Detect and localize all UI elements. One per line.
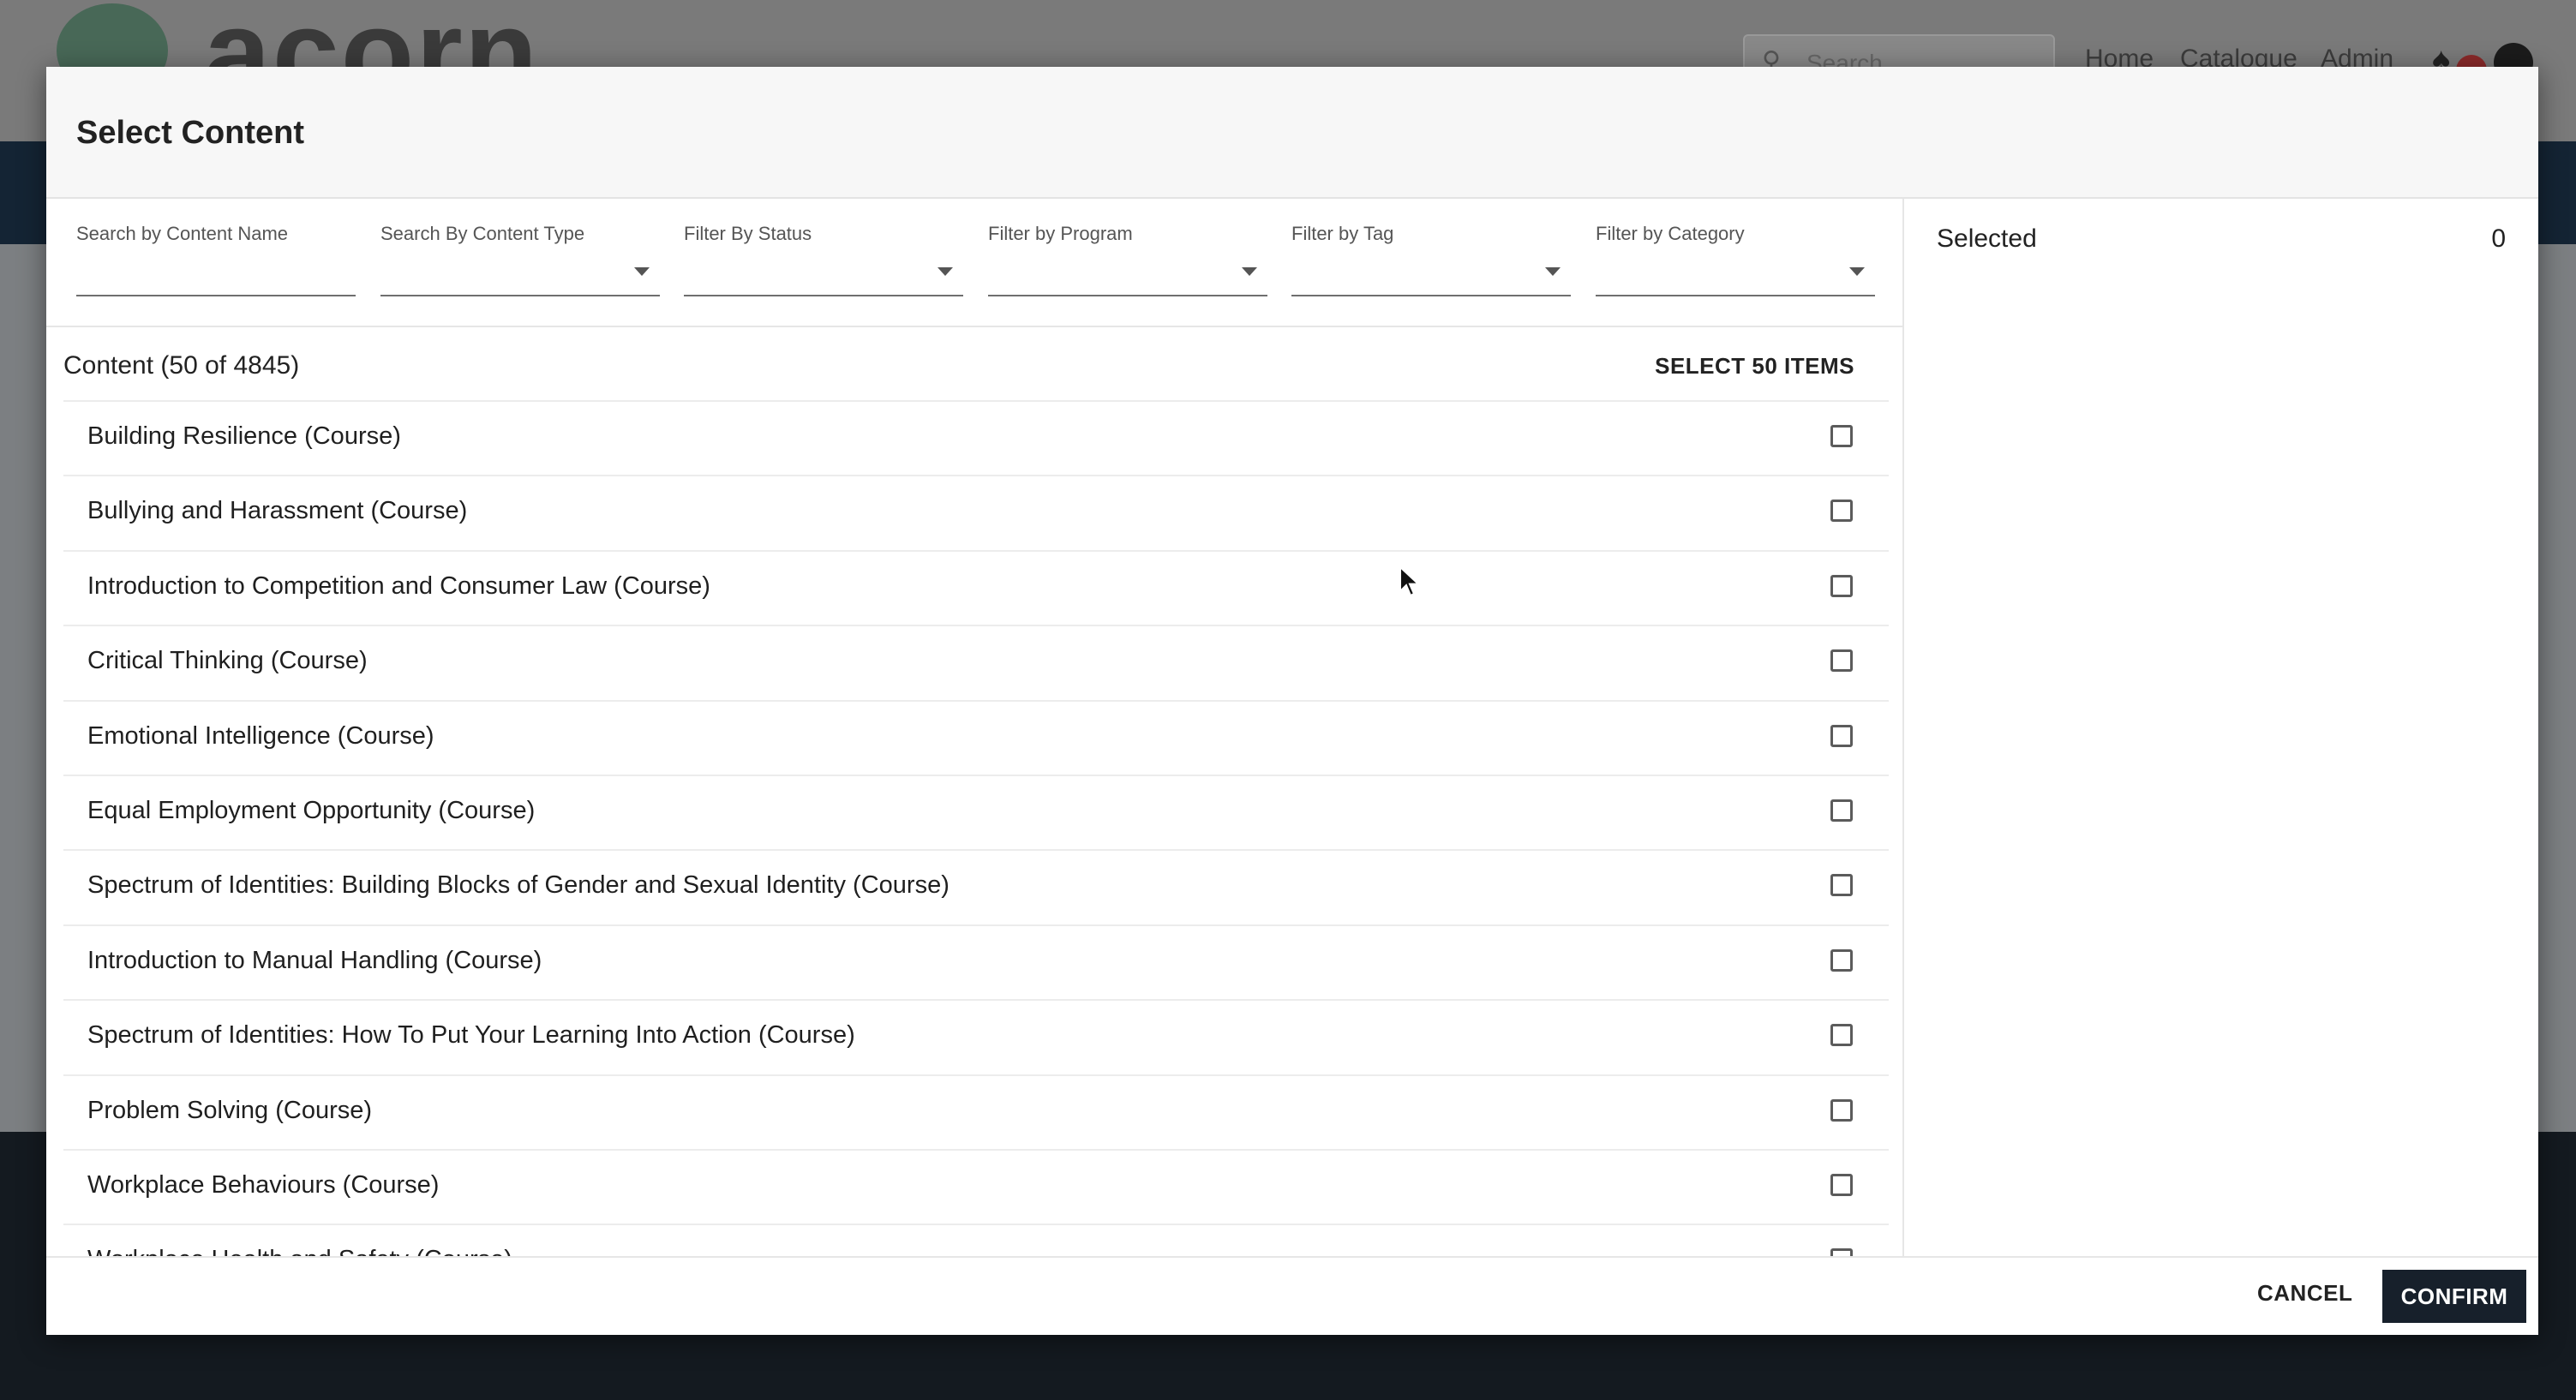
content-list-header: Content (50 of 4845) SELECT 50 ITEMS (63, 327, 1889, 402)
list-item[interactable]: Spectrum of Identities: Building Blocks … (63, 851, 1889, 926)
input-underline (380, 295, 660, 296)
dropdown-caret-icon (938, 267, 953, 276)
mouse-cursor-icon (1399, 565, 1421, 597)
selected-panel: Selected 0 (1904, 199, 2538, 1256)
item-checkbox[interactable] (1830, 1248, 1853, 1256)
filter-label: Filter By Status (684, 223, 812, 244)
list-item[interactable]: Spectrum of Identities: How To Put Your … (63, 1001, 1889, 1076)
content-list: Building Resilience (Course) Bullying an… (63, 402, 1889, 1256)
filter-label: Search By Content Type (380, 223, 585, 244)
modal-header: Select Content (46, 67, 2538, 199)
dropdown-caret-icon (634, 267, 650, 276)
list-item[interactable]: Problem Solving (Course) (63, 1076, 1889, 1151)
dropdown-caret-icon (1545, 267, 1561, 276)
item-checkbox[interactable] (1830, 1024, 1853, 1047)
cancel-button[interactable]: CANCEL (2257, 1280, 2352, 1307)
list-item[interactable]: Emotional Intelligence (Course) (63, 702, 1889, 776)
modal-footer: CANCEL CONFIRM (46, 1256, 2538, 1335)
category-filter-select[interactable]: Filter by Category (1596, 199, 1875, 326)
list-item-label: Introduction to Competition and Consumer… (87, 571, 710, 600)
filter-label: Search by Content Name (76, 223, 289, 244)
input-underline (1291, 295, 1571, 296)
dropdown-caret-icon (1242, 267, 1257, 276)
list-item-label: Spectrum of Identities: Building Blocks … (87, 871, 950, 900)
list-item-label: Bullying and Harassment (Course) (87, 497, 468, 525)
program-filter-select[interactable]: Filter by Program (988, 199, 1267, 326)
status-filter-select[interactable]: Filter By Status (684, 199, 963, 326)
item-checkbox[interactable] (1830, 574, 1853, 597)
filter-label: Filter by Tag (1291, 223, 1394, 244)
list-item[interactable]: Workplace Behaviours (Course) (63, 1151, 1889, 1226)
list-item[interactable]: Building Resilience (Course) (63, 402, 1889, 477)
modal-title: Select Content (76, 115, 305, 151)
content-pane: Search by Content Name Search By Content… (46, 199, 1904, 1256)
list-item[interactable]: Workplace Health and Safety (Course) (63, 1225, 1889, 1256)
list-item-label: Spectrum of Identities: How To Put Your … (87, 1021, 855, 1050)
content-count: Content (50 of 4845) (63, 351, 300, 380)
list-item[interactable]: Equal Employment Opportunity (Course) (63, 776, 1889, 852)
item-checkbox[interactable] (1830, 799, 1853, 822)
input-underline (684, 295, 963, 296)
item-checkbox[interactable] (1830, 948, 1853, 972)
list-item-label: Critical Thinking (Course) (87, 647, 368, 675)
item-checkbox[interactable] (1830, 1173, 1853, 1196)
item-checkbox[interactable] (1830, 1098, 1853, 1122)
filter-bar: Search by Content Name Search By Content… (46, 199, 1902, 327)
list-item-label: Building Resilience (Course) (87, 422, 401, 450)
list-item-label: Workplace Health and Safety (Course) (87, 1246, 512, 1256)
input-underline (988, 295, 1267, 296)
item-checkbox[interactable] (1830, 874, 1853, 897)
select-all-button[interactable]: SELECT 50 ITEMS (1655, 353, 1854, 380)
select-content-modal: Select Content Search by Content Name Se… (46, 67, 2538, 1335)
item-checkbox[interactable] (1830, 724, 1853, 747)
input-underline (76, 295, 356, 296)
content-name-search-field[interactable]: Search by Content Name (76, 199, 356, 326)
item-checkbox[interactable] (1830, 649, 1853, 673)
dropdown-caret-icon (1849, 267, 1865, 276)
confirm-button[interactable]: CONFIRM (2382, 1270, 2526, 1323)
input-underline (1596, 295, 1875, 296)
selected-count: 0 (2491, 224, 2506, 253)
item-checkbox[interactable] (1830, 500, 1853, 523)
list-item-label: Emotional Intelligence (Course) (87, 721, 434, 750)
list-item-label: Workplace Behaviours (Course) (87, 1170, 440, 1199)
selected-label: Selected (1937, 224, 2037, 253)
filter-label: Filter by Program (988, 223, 1133, 244)
content-type-select[interactable]: Search By Content Type (380, 199, 660, 326)
list-item-label: Problem Solving (Course) (87, 1096, 373, 1124)
item-checkbox[interactable] (1830, 425, 1853, 447)
list-item[interactable]: Introduction to Competition and Consumer… (63, 552, 1889, 627)
list-item-label: Introduction to Manual Handling (Course) (87, 946, 542, 974)
tag-filter-select[interactable]: Filter by Tag (1291, 199, 1571, 326)
list-item-label: Equal Employment Opportunity (Course) (87, 796, 536, 824)
list-item[interactable]: Introduction to Manual Handling (Course) (63, 926, 1889, 1002)
filter-label: Filter by Category (1596, 223, 1745, 244)
list-item[interactable]: Critical Thinking (Course) (63, 626, 1889, 702)
list-item[interactable]: Bullying and Harassment (Course) (63, 476, 1889, 552)
